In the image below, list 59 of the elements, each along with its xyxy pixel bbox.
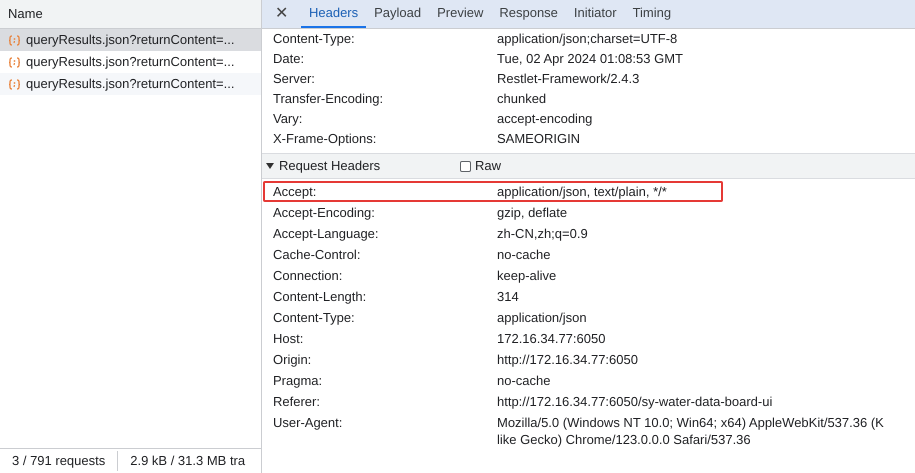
- header-name: Accept-Encoding:: [273, 204, 376, 221]
- status-text: 2.9 kB / 31.3 MB tra: [117, 451, 258, 471]
- header-value: no-cache: [497, 372, 550, 389]
- tab[interactable]: Response: [491, 0, 566, 28]
- header-name: Host:: [273, 330, 304, 347]
- header-value: 172.16.34.77:6050: [497, 330, 606, 347]
- request-row[interactable]: queryResults.json?returnContent=...: [0, 73, 261, 95]
- header-value: like Gecko) Chrome/123.0.0.0 Safari/537.36: [497, 431, 752, 448]
- raw-checkbox[interactable]: Raw: [460, 156, 502, 176]
- header-name: Content-Type:: [273, 30, 356, 48]
- header-value: Mozilla/5.0 (Windows NT 10.0; Win64; x64) AppleWebKit/537.36 (K: [497, 414, 884, 431]
- header-value: http://172.16.34.77:6050: [497, 351, 638, 368]
- header-name: X-Frame-Options:: [273, 130, 378, 148]
- header-value: keep-alive: [497, 267, 556, 284]
- header-value: application/json, text/plain, */*: [497, 183, 667, 200]
- header-name: Content-Type:: [273, 309, 356, 326]
- status-text: 3 / 791 requests: [11, 452, 106, 470]
- header-value: http://172.16.34.77:6050/sy-water-data-board-ui: [497, 393, 772, 410]
- header-name: Accept-Language:: [273, 225, 380, 242]
- header-name: Transfer-Encoding:: [273, 90, 384, 108]
- request-row[interactable]: queryResults.json?returnContent=...: [0, 29, 261, 51]
- header-value: accept-encoding: [497, 110, 592, 128]
- tab[interactable]: Headers: [301, 0, 366, 28]
- header-name: Pragma:: [273, 372, 324, 389]
- tab[interactable]: Initiator: [566, 0, 625, 28]
- header-value: chunked: [497, 90, 546, 108]
- header-value: application/json;charset=UTF-8: [497, 30, 678, 48]
- header-name: Origin:: [273, 351, 312, 368]
- request-name: queryResults.json?returnContent=...: [26, 53, 234, 72]
- header-name: Date:: [273, 50, 306, 68]
- tab[interactable]: Preview: [429, 0, 492, 28]
- header-value: Restlet-Framework/2.4.3: [497, 70, 640, 88]
- header-name: Server:: [273, 70, 316, 88]
- json-file-icon: [8, 78, 21, 90]
- section-toggle[interactable]: Request Headers: [266, 156, 460, 176]
- header-value: no-cache: [497, 246, 550, 263]
- request-name: queryResults.json?returnContent=...: [26, 75, 234, 94]
- checkbox[interactable]: [460, 160, 471, 172]
- header-value: SAMEORIGIN: [497, 130, 580, 148]
- header-value: 314: [497, 288, 519, 305]
- close-button[interactable]: ✕: [272, 0, 291, 28]
- header-name: Content-Length:: [273, 288, 368, 305]
- header-value: zh-CN,zh;q=0.9: [497, 225, 588, 242]
- header-name: Cache-Control:: [273, 246, 362, 263]
- json-file-icon: [8, 56, 21, 68]
- json-file-icon: [8, 34, 21, 46]
- header-value: gzip, deflate: [497, 204, 568, 221]
- header-name: User-Agent:: [273, 414, 344, 432]
- expand-triangle-icon: [266, 162, 274, 170]
- header-name: Connection:: [273, 267, 344, 284]
- header-name: Vary:: [273, 110, 304, 128]
- header-value: application/json: [497, 309, 587, 326]
- header-value: Tue, 02 Apr 2024 01:08:53 GMT: [497, 50, 683, 68]
- tab[interactable]: Timing: [624, 0, 680, 28]
- column-header[interactable]: Name: [0, 0, 261, 29]
- tab[interactable]: Payload: [366, 0, 430, 28]
- request-name: queryResults.json?returnContent=...: [26, 31, 234, 50]
- header-name: Accept:: [273, 183, 318, 200]
- header-name: Referer:: [273, 393, 321, 410]
